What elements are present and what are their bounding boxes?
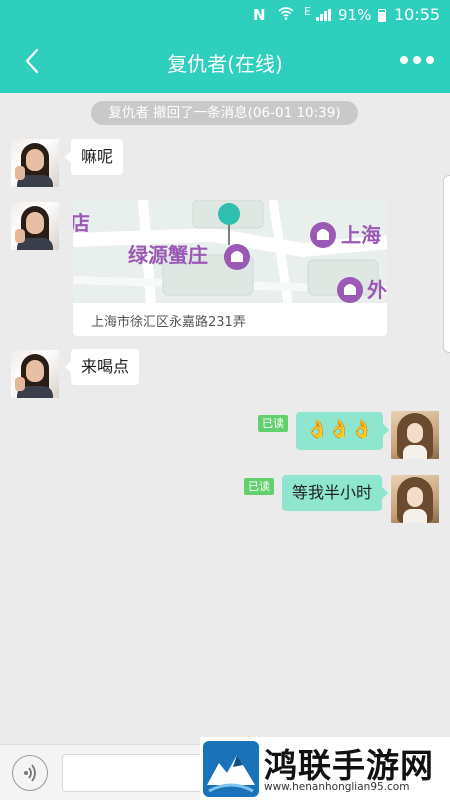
network-e-icon: E <box>304 5 311 18</box>
message-bubble-outgoing[interactable]: 👌👌👌 <box>296 412 390 450</box>
more-icon[interactable] <box>400 56 436 66</box>
wifi-icon <box>278 5 294 25</box>
read-badge: 已读 <box>244 478 274 495</box>
watermark-url: www.henanhonglian95.com <box>264 781 410 793</box>
edge-panel-handle[interactable] <box>443 175 450 353</box>
contact-avatar[interactable] <box>11 139 59 187</box>
map-label: 外 <box>367 278 387 302</box>
signal-icon <box>316 9 332 21</box>
location-message[interactable]: 店 绿源蟹庄 上海 外 上海市徐汇区永嘉路231弄 <box>73 200 387 336</box>
location-address: 上海市徐汇区永嘉路231弄 <box>91 315 246 330</box>
battery-icon <box>378 9 386 22</box>
poi-icon <box>310 222 336 248</box>
status-time: 10:55 <box>394 5 441 24</box>
nfc-icon: N <box>253 6 266 24</box>
map-label: 店 <box>73 211 90 235</box>
map-label: 上海 <box>341 223 381 247</box>
battery-percent: 91% <box>338 6 372 24</box>
poi-icon <box>337 277 363 303</box>
map-preview: 店 绿源蟹庄 上海 外 <box>73 200 387 303</box>
watermark-title: 鸿联手游网 <box>264 746 434 785</box>
message-input[interactable] <box>62 754 212 792</box>
status-bar: N E 91% 10:55 <box>0 0 450 30</box>
page-title: 复仇者(在线) <box>167 52 283 76</box>
my-avatar[interactable] <box>391 411 439 459</box>
poi-icon <box>224 244 250 270</box>
contact-avatar[interactable] <box>11 350 59 398</box>
voice-icon[interactable] <box>12 755 48 791</box>
location-pin-icon <box>218 203 240 225</box>
site-watermark: 鸿联手游网 www.henanhonglian95.com <box>200 737 450 800</box>
chat-header: 复仇者(在线) <box>0 30 450 93</box>
read-badge: 已读 <box>258 415 288 432</box>
map-label: 绿源蟹庄 <box>128 243 208 267</box>
watermark-logo-icon <box>203 741 259 797</box>
message-bubble-incoming[interactable]: 嘛呢 <box>64 139 124 175</box>
message-bubble-outgoing[interactable]: 等我半小时 <box>282 475 389 511</box>
message-bubble-incoming[interactable]: 来喝点 <box>64 349 140 385</box>
recall-notice: 复仇者 撤回了一条消息(06-01 10:39) <box>91 101 358 125</box>
my-avatar[interactable] <box>391 475 439 523</box>
contact-avatar[interactable] <box>11 202 59 250</box>
